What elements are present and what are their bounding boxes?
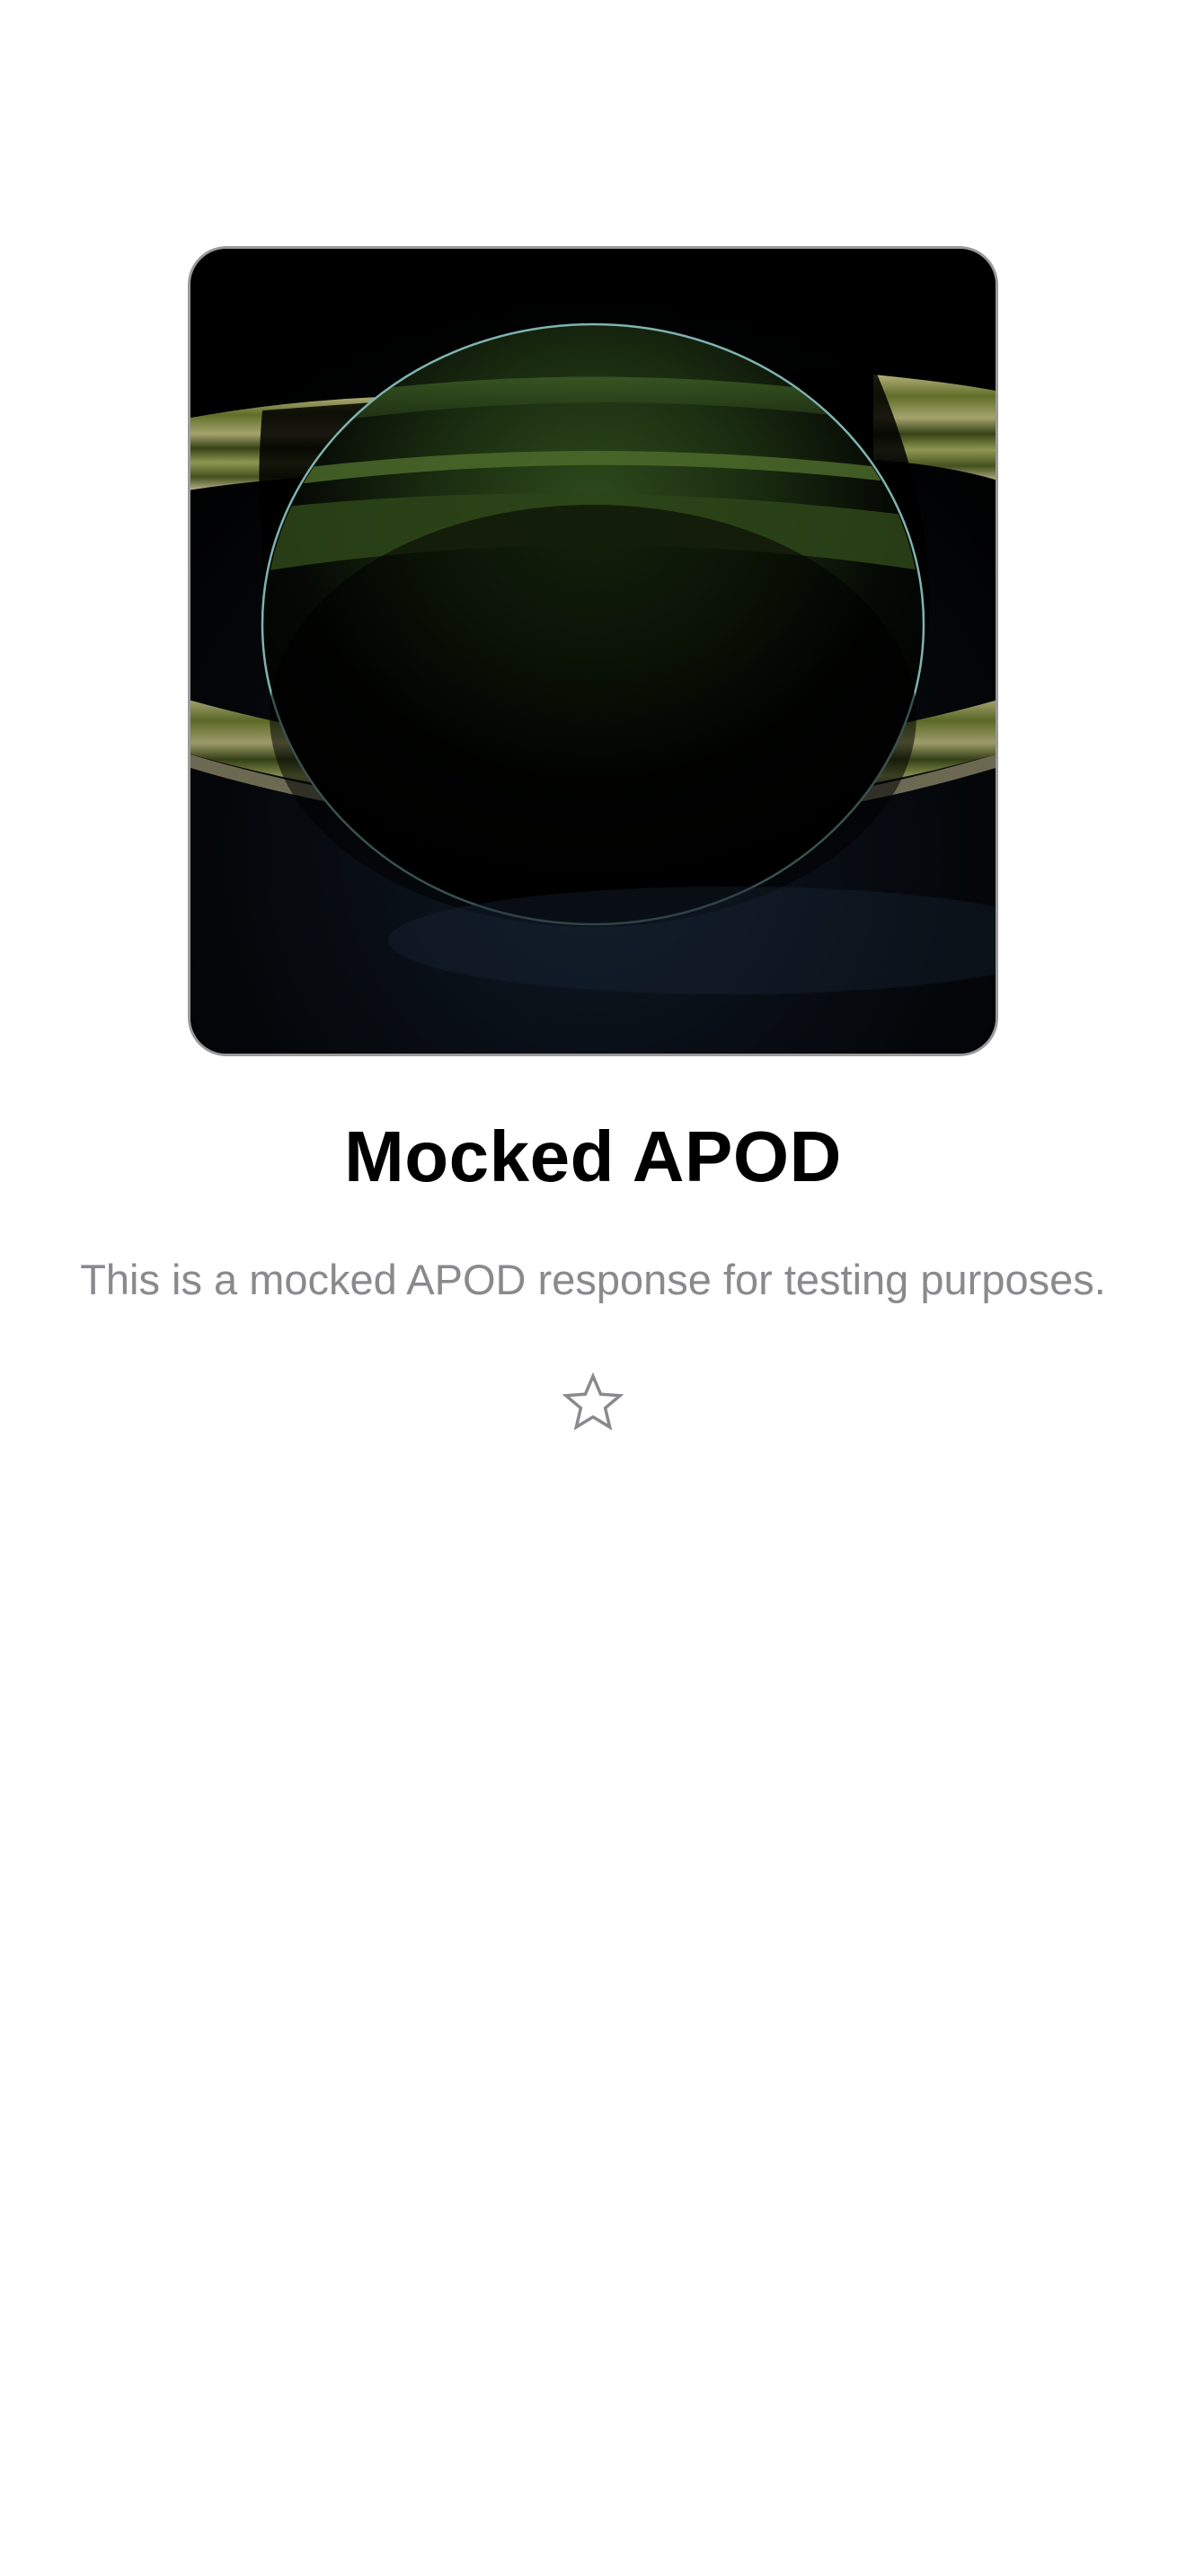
saturn-illustration	[190, 249, 996, 1054]
apod-detail-screen: Mocked APOD This is a mocked APOD respon…	[0, 0, 1186, 2576]
star-outline-icon	[562, 1372, 624, 1431]
favorite-button[interactable]	[548, 1358, 638, 1448]
apod-title: Mocked APOD	[344, 1116, 842, 1196]
apod-image	[190, 249, 996, 1054]
apod-explanation: This is a mocked APOD response for testi…	[80, 1256, 1106, 1303]
